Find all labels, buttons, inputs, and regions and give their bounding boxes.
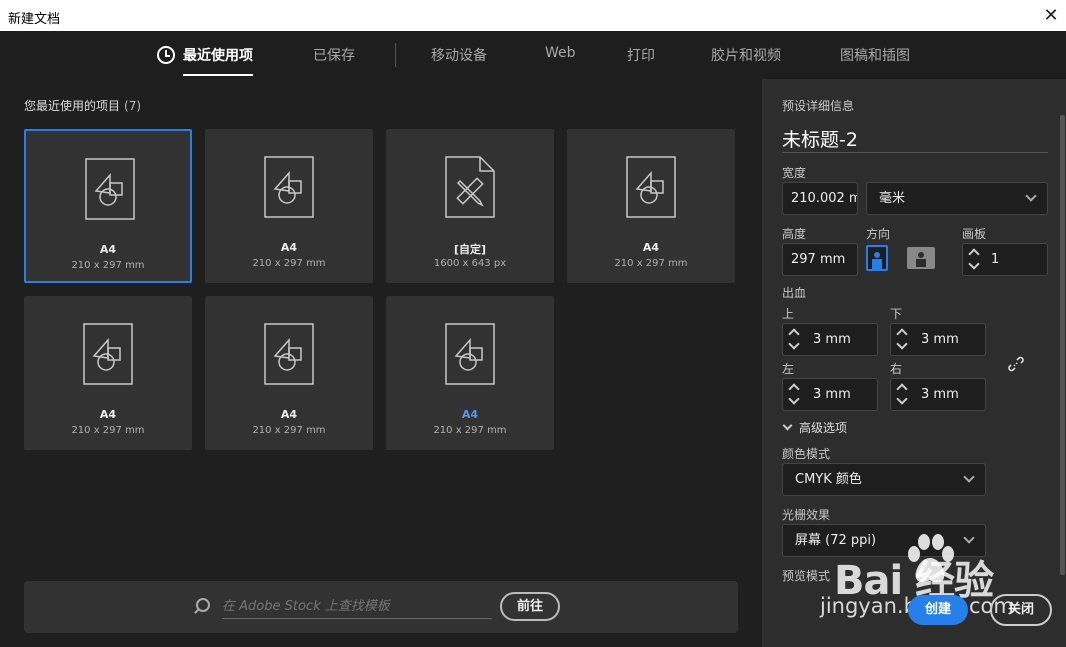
- preset-name: A4: [280, 408, 298, 421]
- bleed-top-stepper[interactable]: [788, 327, 800, 351]
- height-field[interactable]: 297 mm: [782, 243, 858, 276]
- tab-divider: [395, 43, 396, 67]
- raster-label: 光栅效果: [782, 508, 831, 522]
- preview-mode-label: 预览模式: [782, 569, 831, 583]
- width-label: 宽度: [782, 166, 807, 180]
- preset-size: 210 x 297 mm: [71, 425, 145, 436]
- bleed-right-stepper[interactable]: [896, 382, 908, 406]
- preset-size: 210 x 297 mm: [614, 258, 688, 269]
- name-underline: [782, 152, 1048, 153]
- preset-name: A4: [642, 241, 660, 254]
- tab-mobile[interactable]: 移动设备: [431, 45, 487, 65]
- preset-name: [自定]: [453, 243, 487, 256]
- document-shapes-icon: [264, 323, 314, 385]
- orientation-label: 方向: [866, 227, 891, 241]
- preset-name: A4: [280, 241, 298, 254]
- portrait-orientation-icon[interactable]: [866, 245, 888, 271]
- color-mode-label: 颜色模式: [782, 447, 831, 461]
- preset-size: 210 x 297 mm: [252, 425, 326, 436]
- preset-size: 210 x 297 mm: [71, 260, 145, 271]
- close-button[interactable]: 关闭: [990, 594, 1052, 626]
- close-icon[interactable]: ✕: [1036, 0, 1066, 31]
- bleed-label: 出血: [782, 286, 807, 300]
- bleed-bottom-stepper[interactable]: [896, 327, 908, 351]
- raster-select[interactable]: 屏幕 (72 ppi): [782, 524, 986, 557]
- height-label: 高度: [782, 227, 807, 241]
- tab-recent[interactable]: 最近使用项: [183, 45, 253, 76]
- chevron-down-icon: [963, 532, 975, 544]
- chevron-down-icon: [1025, 190, 1037, 202]
- stock-search-input[interactable]: [222, 595, 492, 619]
- bleed-bottom-label: 下: [890, 307, 903, 321]
- clock-icon: [157, 46, 175, 64]
- chevron-down-icon: [782, 420, 793, 431]
- preset-card[interactable]: [自定] 1600 x 643 px: [386, 129, 554, 283]
- advanced-options-toggle[interactable]: 高级选项: [782, 419, 847, 436]
- document-shapes-icon: [264, 156, 314, 218]
- document-shapes-icon: [85, 158, 135, 220]
- recent-section-title: 您最近使用的项目 (7): [24, 99, 142, 113]
- preset-card[interactable]: A4 210 x 297 mm: [24, 296, 192, 450]
- document-ruler-pencil-icon: [445, 156, 495, 218]
- preset-card[interactable]: A4 210 x 297 mm: [567, 129, 735, 283]
- landscape-orientation-icon[interactable]: [907, 247, 935, 269]
- preset-size: 210 x 297 mm: [252, 258, 326, 269]
- document-shapes-icon: [83, 323, 133, 385]
- preset-card[interactable]: A4 210 x 297 mm: [24, 129, 192, 283]
- panel-scrollbar[interactable]: [1060, 115, 1065, 575]
- artboard-stepper[interactable]: [968, 247, 980, 271]
- chevron-down-icon: [963, 471, 975, 483]
- width-field[interactable]: 210.002 mm: [782, 182, 858, 215]
- color-mode-select[interactable]: CMYK 颜色: [782, 463, 986, 496]
- tab-art-illustration[interactable]: 图稿和插图: [840, 45, 910, 65]
- artboard-label: 画板: [962, 227, 987, 241]
- search-icon: [196, 598, 210, 612]
- document-name[interactable]: 未标题-2: [782, 125, 858, 152]
- link-icon[interactable]: [1008, 356, 1024, 372]
- preset-name: A4: [99, 243, 117, 256]
- tab-print[interactable]: 打印: [627, 45, 655, 65]
- bleed-top-label: 上: [782, 307, 795, 321]
- recent-panel: 您最近使用的项目 (7) A4 210 x 297 mm A4 210 x 297 mm…: [0, 79, 762, 647]
- window-title: 新建文档: [8, 12, 61, 27]
- create-button[interactable]: 创建: [908, 595, 968, 625]
- recent-count: (7): [124, 99, 142, 113]
- bleed-left-stepper[interactable]: [788, 382, 800, 406]
- bleed-right-label: 右: [890, 362, 903, 376]
- preset-card[interactable]: A4 210 x 297 mm: [205, 296, 373, 450]
- preset-size: 1600 x 643 px: [433, 258, 507, 269]
- tab-web[interactable]: Web: [545, 45, 576, 61]
- document-shapes-icon: [445, 323, 495, 385]
- tab-film-video[interactable]: 胶片和视频: [711, 45, 781, 65]
- preset-card[interactable]: A4 210 x 297 mm: [205, 129, 373, 283]
- tab-saved[interactable]: 已保存: [313, 45, 355, 65]
- preset-size: 210 x 297 mm: [433, 425, 507, 436]
- bleed-left-label: 左: [782, 362, 795, 376]
- document-shapes-icon: [626, 156, 676, 218]
- go-button[interactable]: 前往: [500, 592, 560, 621]
- preset-card[interactable]: A4 210 x 297 mm: [386, 296, 554, 450]
- stock-search-bar: 前往: [24, 581, 738, 633]
- preset-details-label: 预设详细信息: [782, 99, 855, 113]
- preset-name: A4: [461, 408, 479, 421]
- preset-name: A4: [99, 408, 117, 421]
- title-bar: 新建文档 ✕: [0, 0, 1066, 31]
- unit-select[interactable]: 毫米: [866, 182, 1048, 215]
